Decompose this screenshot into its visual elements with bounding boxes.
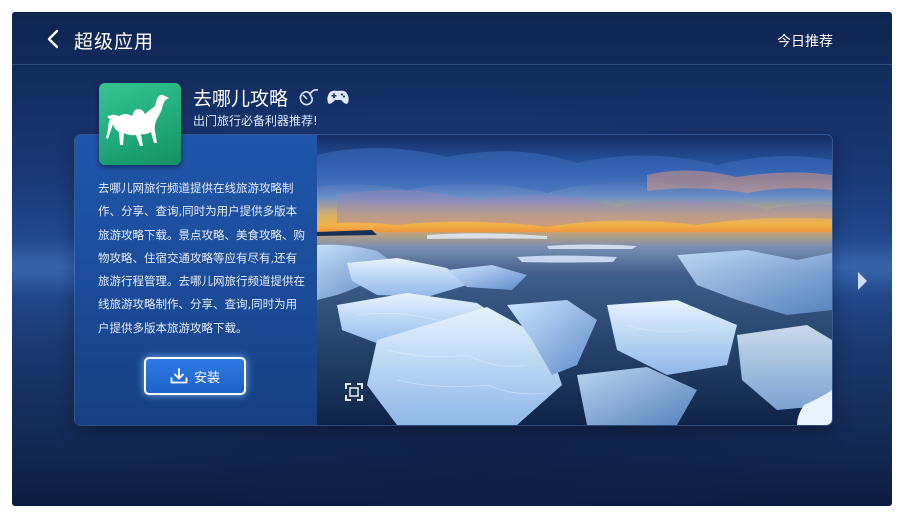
fullscreen-icon	[345, 383, 363, 401]
app-description: 去哪儿网旅行频道提供在线旅游攻略制作、分享、查询,同时为用户提供多版本旅游攻略下…	[98, 181, 305, 335]
fullscreen-button[interactable]	[344, 382, 364, 402]
chevron-left-icon	[47, 29, 59, 49]
install-button-label: 安装	[193, 370, 220, 386]
install-button[interactable]: 安装	[144, 357, 246, 395]
page-title: 超级应用	[74, 31, 155, 53]
chevron-right-icon	[858, 272, 867, 290]
app-badges	[298, 87, 350, 107]
app-icon	[99, 83, 181, 165]
today-recommend-link[interactable]: 今日推荐	[777, 31, 833, 51]
mouse-icon	[299, 89, 319, 106]
app-screen: 超级应用 今日推荐 去哪儿攻略 出门旅行必备利器推荐! 去哪儿网旅行频道提供在线…	[12, 12, 892, 506]
app-detail-card: 去哪儿网旅行频道提供在线旅游攻略制作、分享、查询,同时为用户提供多版本旅游攻略下…	[75, 135, 832, 425]
back-button[interactable]	[44, 28, 64, 50]
camel-icon	[106, 94, 169, 146]
frozen-sea-sunset-image	[317, 135, 832, 425]
top-bar: 超级应用 今日推荐	[12, 12, 892, 65]
download-icon	[170, 368, 188, 384]
screenshot-image[interactable]	[317, 135, 832, 425]
app-name: 去哪儿攻略	[193, 88, 289, 110]
gamepad-icon	[327, 90, 349, 104]
next-page-button[interactable]	[856, 271, 868, 291]
app-slogan: 出门旅行必备利器推荐!	[193, 114, 318, 128]
